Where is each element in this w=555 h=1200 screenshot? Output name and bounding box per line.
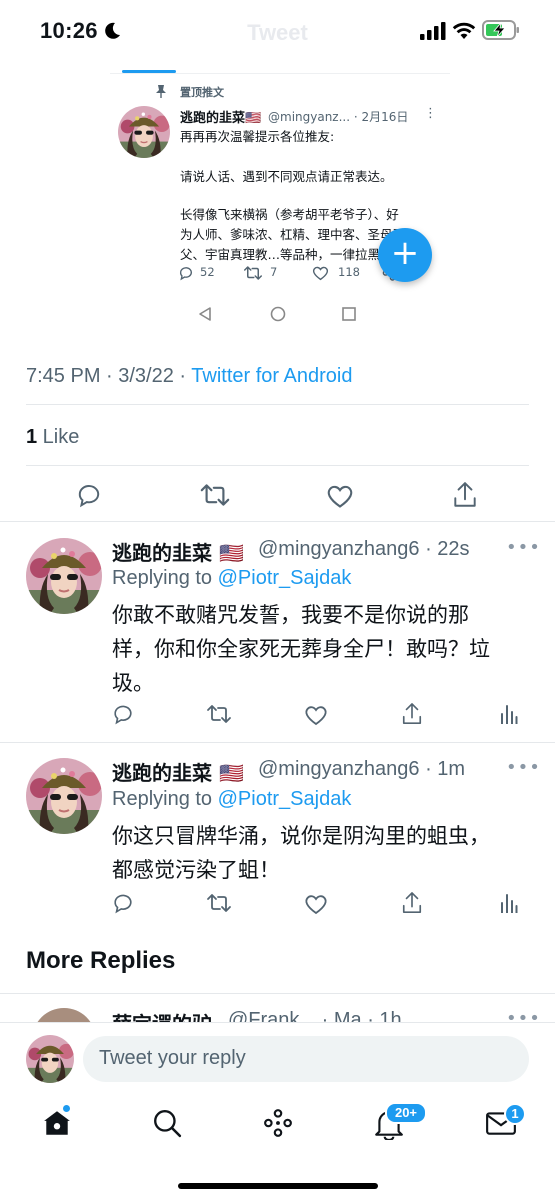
reply-text: 你这只冒牌华涌，说你是阴沟里的蛆虫， 都感觉污染了蛆！ bbox=[112, 824, 490, 882]
home-unread-dot bbox=[62, 1104, 71, 1113]
reply-icon[interactable] bbox=[112, 892, 134, 914]
pinned-label: 置顶推文 bbox=[180, 86, 224, 99]
compose-fab: + bbox=[378, 228, 432, 282]
avatar bbox=[118, 106, 170, 158]
battery-charging-icon bbox=[482, 20, 519, 40]
author-name[interactable]: 逃跑的韭菜 🇺🇸 bbox=[112, 757, 244, 786]
reply-icon[interactable] bbox=[76, 482, 102, 508]
reply-count: 52 bbox=[200, 265, 215, 279]
retweet-count: 7 bbox=[270, 265, 278, 279]
retweet-icon[interactable] bbox=[200, 483, 230, 507]
retweet-icon[interactable] bbox=[206, 704, 232, 724]
like-icon[interactable] bbox=[304, 893, 328, 915]
reply-text: 你敢不敢赌咒发誓，我要不是你说的那 样，你和你全家死无葬身全尸！敢吗？垃 圾。 bbox=[112, 603, 490, 695]
more-options-icon: ⋮ bbox=[424, 106, 437, 121]
share-icon[interactable] bbox=[452, 481, 478, 509]
share-icon[interactable] bbox=[401, 702, 423, 726]
share-icon[interactable] bbox=[401, 891, 423, 915]
more-options-icon[interactable]: ••• bbox=[506, 537, 541, 558]
signal-icon bbox=[420, 22, 446, 40]
like-count: 118 bbox=[338, 265, 360, 279]
like-icon[interactable] bbox=[326, 483, 354, 509]
author-handle: @mingyanzhang6 · 1m bbox=[258, 758, 466, 780]
reply-input[interactable]: Tweet your reply bbox=[83, 1036, 529, 1082]
tweet-text-line: 请说人话、遇到不同观点请正常表达。 bbox=[180, 169, 393, 184]
retweet-icon bbox=[244, 266, 262, 280]
tweet-text-line: 为人师、爹味浓、杠精、理中客、圣母圣 bbox=[180, 227, 406, 242]
avatar bbox=[26, 1035, 74, 1083]
avatar[interactable] bbox=[26, 538, 102, 614]
replying-to: Replying to @Piotr_Sajdak bbox=[112, 567, 352, 589]
tweet-text-line: 再再再次温馨提示各位推友: bbox=[180, 129, 335, 144]
tweet-source-link[interactable]: Twitter for Android bbox=[191, 365, 352, 387]
android-navigation-bar bbox=[199, 306, 356, 322]
replying-to-link[interactable]: @Piotr_Sajdak bbox=[218, 788, 352, 810]
author-name[interactable]: 逃跑的韭菜 🇺🇸 bbox=[112, 537, 244, 566]
author-handle: @mingyanzhang6 · 22s bbox=[258, 538, 470, 560]
analytics-icon[interactable] bbox=[500, 893, 518, 913]
reply-icon bbox=[179, 267, 192, 281]
spaces-icon[interactable] bbox=[263, 1108, 293, 1138]
replying-to: Replying to @Piotr_Sajdak bbox=[112, 788, 352, 810]
retweet-icon[interactable] bbox=[206, 893, 232, 913]
tweet-text-line: 长得像飞来横祸（参考胡平老爷子）、好 bbox=[180, 207, 399, 222]
like-icon bbox=[312, 266, 329, 281]
tweet-text-line: 父、宇宙真理教…等品种，一律拉黑。 bbox=[180, 247, 380, 262]
messages-badge: 1 bbox=[504, 1103, 526, 1125]
analytics-icon[interactable] bbox=[500, 704, 518, 724]
likes-count[interactable]: 1 Like bbox=[26, 426, 79, 449]
home-indicator bbox=[178, 1183, 378, 1189]
reply-icon[interactable] bbox=[112, 703, 134, 725]
more-replies-heading: More Replies bbox=[26, 947, 176, 974]
like-icon[interactable] bbox=[304, 704, 328, 726]
avatar[interactable] bbox=[26, 758, 102, 834]
notifications-badge: 20+ bbox=[385, 1102, 427, 1124]
embedded-tweet-image: 置顶推文 逃跑的韭菜🇺🇸 @mingyanz... · 2月16日 ⋮ 再再再次… bbox=[110, 62, 450, 342]
author-name: 逃跑的韭菜🇺🇸 bbox=[180, 111, 262, 126]
replying-to-link[interactable]: @Piotr_Sajdak bbox=[218, 567, 352, 589]
wifi-icon bbox=[452, 22, 476, 39]
more-options-icon[interactable]: ••• bbox=[506, 757, 541, 778]
search-icon[interactable] bbox=[152, 1108, 182, 1138]
tweet-timestamp: 7:45 PM · 3/3/22 · Twitter for Android bbox=[26, 365, 353, 387]
author-handle: @mingyanz... · 2月16日 bbox=[268, 110, 409, 124]
